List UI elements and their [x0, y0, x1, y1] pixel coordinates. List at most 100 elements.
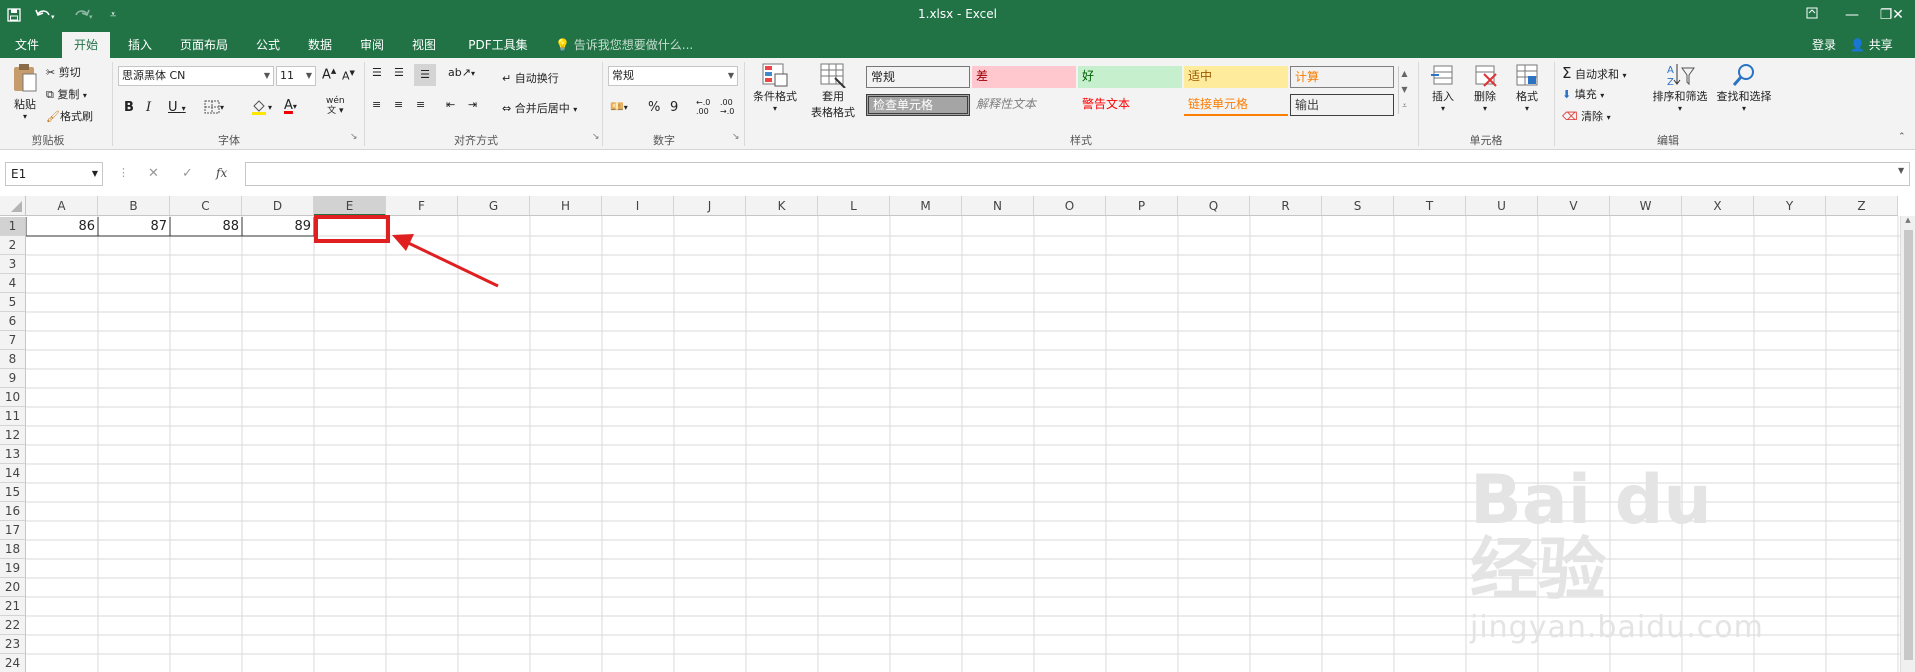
row-header-17[interactable]: 17 [0, 521, 26, 540]
column-header-v[interactable]: V [1538, 196, 1610, 216]
tab-page-layout[interactable]: 页面布局 [170, 32, 238, 58]
tab-data[interactable]: 数据 [298, 32, 342, 58]
wrap-text-button[interactable]: ↵ 自动换行 [502, 70, 559, 86]
phonetic-button[interactable]: wén 文 ▾ [326, 96, 345, 116]
fill-button[interactable]: ⬇ 填充 ▾ [1562, 86, 1604, 102]
tell-me-box[interactable]: 💡 告诉我您想要做什么... [555, 32, 693, 58]
tab-file[interactable]: 文件 [6, 32, 48, 58]
row-header-18[interactable]: 18 [0, 540, 26, 559]
delete-cells-button[interactable]: 删除 ▾ [1468, 62, 1502, 113]
cut-button[interactable]: ✂ 剪切 [46, 64, 81, 80]
tab-home[interactable]: 开始 [62, 32, 110, 58]
row-header-12[interactable]: 12 [0, 426, 26, 445]
name-box[interactable]: E1 ▼ [5, 162, 103, 186]
column-header-o[interactable]: O [1034, 196, 1106, 216]
style-calculation[interactable]: 计算 [1290, 66, 1394, 88]
column-header-q[interactable]: Q [1178, 196, 1250, 216]
italic-button[interactable]: I [146, 100, 151, 115]
row-header-19[interactable]: 19 [0, 559, 26, 578]
column-header-g[interactable]: G [458, 196, 530, 216]
row-header-8[interactable]: 8 [0, 350, 26, 369]
expand-formula-bar-icon[interactable]: ▼ [1898, 166, 1904, 175]
middle-align-icon[interactable]: ☰ [394, 66, 404, 79]
column-header-i[interactable]: I [602, 196, 674, 216]
column-header-t[interactable]: T [1394, 196, 1466, 216]
percent-button[interactable]: % [648, 100, 660, 115]
merge-center-button[interactable]: ⇔ 合并后居中 ▾ [502, 100, 577, 116]
paste-button[interactable]: 粘贴 ▾ [8, 62, 42, 121]
column-header-k[interactable]: K [746, 196, 818, 216]
align-left-icon[interactable]: ≡ [372, 98, 381, 111]
font-size-combo[interactable]: 11 ▼ [276, 66, 316, 86]
row-header-3[interactable]: 3 [0, 255, 26, 274]
collapse-ribbon-icon[interactable]: ⌃ [1898, 132, 1906, 142]
row-header-24[interactable]: 24 [0, 654, 26, 672]
increase-decimal-button[interactable]: ←.0 .00 [696, 98, 710, 116]
sign-in-link[interactable]: 登录 [1812, 32, 1836, 58]
decrease-indent-icon[interactable]: ⇤ [446, 98, 455, 111]
style-good[interactable]: 好 [1078, 66, 1182, 88]
font-color-button[interactable]: A▾ [284, 98, 297, 113]
row-header-14[interactable]: 14 [0, 464, 26, 483]
borders-button[interactable]: ▾ [204, 100, 224, 114]
row-header-10[interactable]: 10 [0, 388, 26, 407]
row-header-2[interactable]: 2 [0, 236, 26, 255]
underline-button[interactable]: U ▾ [168, 100, 186, 115]
gallery-scroll[interactable]: ▲ ▼ ⩡ [1398, 66, 1410, 114]
select-all-button[interactable] [0, 196, 26, 216]
cell-d1[interactable]: 89 [242, 217, 314, 235]
row-header-21[interactable]: 21 [0, 597, 26, 616]
row-header-15[interactable]: 15 [0, 483, 26, 502]
bottom-align-icon[interactable]: ☰ [414, 64, 436, 86]
copy-button[interactable]: ⧉ 复制 ▾ [46, 86, 87, 102]
shrink-font-button[interactable]: A▼ [342, 69, 355, 83]
column-header-n[interactable]: N [962, 196, 1034, 216]
top-align-icon[interactable]: ☰ [372, 66, 382, 79]
formula-input[interactable] [245, 162, 1910, 186]
column-header-e[interactable]: E [314, 196, 386, 216]
style-linked-cell[interactable]: 链接单元格 [1184, 94, 1288, 116]
accounting-format-button[interactable]: 💴▾ [610, 100, 628, 113]
confirm-entry-button[interactable]: ✓ [182, 166, 193, 181]
tab-review[interactable]: 审阅 [350, 32, 394, 58]
more-options-icon[interactable]: ⋮ [118, 166, 129, 179]
insert-function-button[interactable]: fx [216, 166, 227, 180]
row-header-5[interactable]: 5 [0, 293, 26, 312]
style-check-cell[interactable]: 检查单元格 [866, 94, 970, 116]
column-header-r[interactable]: R [1250, 196, 1322, 216]
row-header-13[interactable]: 13 [0, 445, 26, 464]
cell-b1[interactable]: 87 [98, 217, 170, 235]
orientation-button[interactable]: ab↗▾ [448, 66, 475, 79]
decrease-decimal-button[interactable]: .00 →.0 [720, 98, 734, 116]
row-header-11[interactable]: 11 [0, 407, 26, 426]
row-header-7[interactable]: 7 [0, 331, 26, 350]
row-header-1[interactable]: 1 [0, 217, 26, 236]
column-header-a[interactable]: A [26, 196, 98, 216]
tab-formulas[interactable]: 公式 [246, 32, 290, 58]
tab-pdf-tools[interactable]: PDF工具集 [454, 32, 542, 58]
column-header-l[interactable]: L [818, 196, 890, 216]
style-neutral[interactable]: 适中 [1184, 66, 1288, 88]
cancel-entry-button[interactable]: ✕ [148, 166, 159, 181]
close-icon[interactable]: ✕ [1882, 2, 1914, 28]
align-right-icon[interactable]: ≡ [416, 98, 425, 111]
tab-insert[interactable]: 插入 [118, 32, 162, 58]
scroll-thumb[interactable] [1904, 230, 1913, 660]
row-header-16[interactable]: 16 [0, 502, 26, 521]
style-normal[interactable]: 常规 [866, 66, 970, 88]
column-header-z[interactable]: Z [1826, 196, 1898, 216]
style-bad[interactable]: 差 [972, 66, 1076, 88]
row-header-4[interactable]: 4 [0, 274, 26, 293]
tab-view[interactable]: 视图 [402, 32, 446, 58]
style-explanatory[interactable]: 解释性文本 [972, 94, 1076, 116]
column-header-p[interactable]: P [1106, 196, 1178, 216]
dialog-launcher-icon[interactable]: ↘ [592, 132, 600, 142]
comma-style-button[interactable]: 9 [670, 100, 678, 115]
align-center-icon[interactable]: ≡ [394, 98, 403, 111]
share-button[interactable]: 👤 共享 [1850, 32, 1893, 58]
column-header-y[interactable]: Y [1754, 196, 1826, 216]
column-header-u[interactable]: U [1466, 196, 1538, 216]
fill-color-button[interactable]: ▾ [250, 98, 272, 116]
column-header-m[interactable]: M [890, 196, 962, 216]
dialog-launcher-icon[interactable]: ↘ [732, 132, 740, 142]
